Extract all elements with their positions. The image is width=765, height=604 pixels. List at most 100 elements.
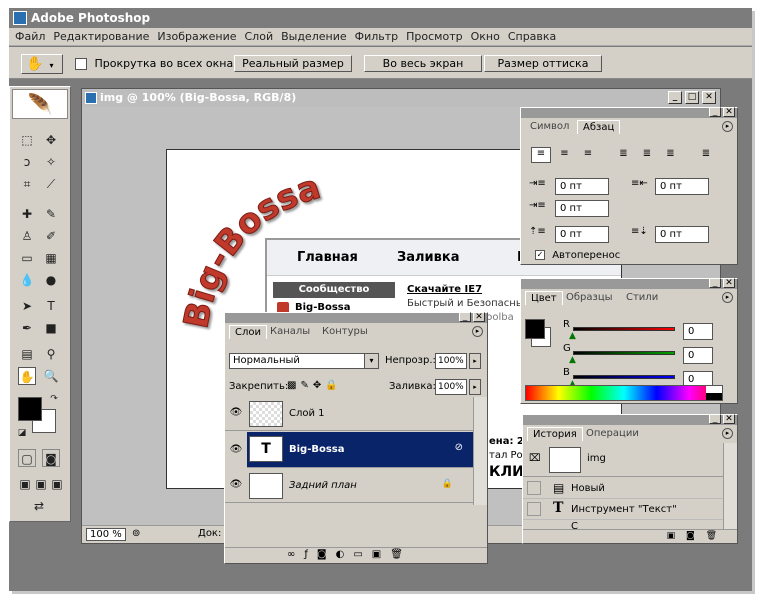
stamp-tool-icon[interactable]: ♙ bbox=[18, 227, 36, 245]
magic-wand-icon[interactable]: ✧ bbox=[42, 153, 60, 171]
tab-history[interactable]: История bbox=[527, 427, 583, 441]
blur-tool-icon[interactable]: 💧 bbox=[18, 271, 36, 289]
slice-tool-icon[interactable]: ⟋ bbox=[42, 175, 60, 193]
justify-all-icon[interactable]: ≣ bbox=[696, 148, 716, 159]
fill-slider-icon[interactable]: ▸ bbox=[469, 379, 481, 395]
eyedropper-icon[interactable]: ⚲ bbox=[42, 345, 60, 363]
hand-tool-icon[interactable]: ✋ bbox=[18, 367, 36, 385]
channel-slider[interactable] bbox=[573, 351, 675, 355]
menu-view[interactable]: Просмотр bbox=[402, 28, 466, 46]
crop-tool-icon[interactable]: ⌗ bbox=[18, 175, 36, 193]
history-trash-icon[interactable]: 🗑 bbox=[706, 531, 717, 541]
eye-icon[interactable]: 👁 bbox=[225, 432, 247, 468]
history-panel-bar[interactable]: _ ✕ bbox=[523, 414, 737, 425]
move-tool-icon[interactable]: ✥ bbox=[42, 131, 60, 149]
layer-row-background[interactable]: 👁 Задний план 🔒 bbox=[225, 469, 473, 503]
screen-mode-3-icon[interactable]: ▣ bbox=[48, 475, 66, 493]
menu-help[interactable]: Справка bbox=[504, 28, 560, 46]
channel-value[interactable]: 0 bbox=[683, 347, 713, 364]
tab-layers[interactable]: Слои bbox=[229, 325, 267, 339]
menu-image[interactable]: Изображение bbox=[153, 28, 240, 46]
menu-filter[interactable]: Фильтр bbox=[351, 28, 403, 46]
history-item-partial[interactable]: С bbox=[523, 521, 723, 529]
zoom-tool-icon[interactable]: 🔍 bbox=[42, 367, 60, 385]
new-group-icon[interactable]: ▭ bbox=[353, 549, 371, 560]
align-center-icon[interactable]: ≡ bbox=[555, 148, 575, 159]
color-minimize-icon[interactable]: _ bbox=[709, 278, 721, 288]
lock-icons[interactable]: ▩✎✥🔒 bbox=[287, 380, 342, 391]
hand-tool-preset[interactable]: ✋ ▾ bbox=[21, 54, 63, 74]
layers-minimize-icon[interactable]: _ bbox=[459, 312, 471, 322]
paragraph-minimize-icon[interactable]: _ bbox=[709, 107, 721, 117]
delete-layer-icon[interactable]: 🗑 bbox=[390, 549, 412, 560]
opacity-slider-icon[interactable]: ▸ bbox=[469, 353, 481, 369]
quick-mask-icon[interactable]: ◙ bbox=[42, 449, 60, 467]
path-select-icon[interactable]: ➤ bbox=[18, 297, 36, 315]
menu-file[interactable]: Файл bbox=[11, 28, 49, 46]
blend-mode-select[interactable]: Нормальный ▾ bbox=[229, 353, 379, 369]
paragraph-close-icon[interactable]: ✕ bbox=[723, 107, 735, 117]
slider-triangle-icon[interactable]: ▲ bbox=[569, 355, 576, 365]
menu-layer[interactable]: Слой bbox=[241, 28, 278, 46]
standard-mode-icon[interactable]: ▢ bbox=[18, 449, 36, 467]
layer-row-layer1[interactable]: 👁 Слой 1 bbox=[225, 397, 473, 431]
adjustment-layer-icon[interactable]: ◐ bbox=[336, 549, 354, 560]
doc-minimize-icon[interactable]: _ bbox=[668, 91, 682, 104]
eye-icon[interactable]: 👁 bbox=[228, 479, 244, 491]
channel-value[interactable]: 0 bbox=[683, 323, 713, 340]
tab-swatches[interactable]: Образцы bbox=[561, 291, 618, 305]
doc-maximize-icon[interactable]: □ bbox=[685, 91, 699, 104]
history-close-icon[interactable]: ✕ bbox=[723, 414, 735, 424]
indent-left-field[interactable]: 0 пт bbox=[555, 178, 609, 195]
history-minimize-icon[interactable]: _ bbox=[709, 414, 721, 424]
justify-center-icon[interactable]: ≣ bbox=[637, 148, 657, 159]
indent-first-field[interactable]: 0 пт bbox=[555, 200, 609, 217]
menu-edit[interactable]: Редактирование bbox=[49, 28, 153, 46]
gradient-tool-icon[interactable]: ▦ bbox=[42, 249, 60, 267]
shape-tool-icon[interactable]: ■ bbox=[42, 319, 60, 337]
zoom-field[interactable]: 100 % bbox=[86, 528, 126, 541]
eraser-tool-icon[interactable]: ▭ bbox=[18, 249, 36, 267]
tab-paragraph[interactable]: Абзац bbox=[577, 120, 621, 134]
hyphenate-checkbox[interactable]: ✓ bbox=[535, 250, 545, 260]
color-panel-bar[interactable]: _ ✕ bbox=[521, 278, 737, 289]
history-item[interactable]: ▤ Новый bbox=[523, 479, 723, 499]
align-right-icon[interactable]: ≡ bbox=[578, 148, 598, 159]
tab-paths[interactable]: Контуры bbox=[317, 325, 373, 339]
color-close-icon[interactable]: ✕ bbox=[723, 278, 735, 288]
notes-tool-icon[interactable]: ▤ bbox=[18, 345, 36, 363]
menu-select[interactable]: Выделение bbox=[277, 28, 351, 46]
layer-mask-icon[interactable]: ◙ bbox=[317, 549, 336, 560]
swap-colors-icon[interactable]: ↷ bbox=[48, 393, 60, 405]
tab-character[interactable]: Символ bbox=[525, 120, 574, 134]
channel-slider[interactable] bbox=[573, 327, 675, 331]
history-snapshot[interactable]: ⌧ img bbox=[523, 443, 723, 477]
history-scrollbar[interactable] bbox=[723, 443, 737, 529]
tab-styles[interactable]: Стили bbox=[621, 291, 663, 305]
layers-close-icon[interactable]: ✕ bbox=[473, 312, 485, 322]
link-layers-icon[interactable]: ∞ bbox=[287, 549, 304, 560]
align-left-icon[interactable]: ≡ bbox=[531, 147, 551, 163]
justify-left-icon[interactable]: ≣ bbox=[614, 148, 634, 159]
zoom-options-icon[interactable]: ⊚ bbox=[132, 528, 140, 539]
space-before-field[interactable]: 0 пт bbox=[555, 226, 609, 243]
black-white-ramp[interactable] bbox=[706, 386, 722, 400]
layer-effects-icon[interactable]: ⊘ bbox=[455, 442, 463, 453]
menu-window[interactable]: Окно bbox=[467, 28, 504, 46]
lasso-tool-icon[interactable]: ↄ bbox=[18, 153, 36, 171]
type-tool-icon[interactable]: T bbox=[42, 297, 60, 315]
opacity-field[interactable]: 100% bbox=[435, 353, 467, 369]
eye-icon[interactable]: 👁 bbox=[228, 407, 244, 419]
scroll-all-checkbox[interactable] bbox=[75, 58, 87, 70]
layer-row-big-bossa[interactable]: 👁 T Big-Bossa ⊘ bbox=[225, 432, 473, 468]
fill-field[interactable]: 100% bbox=[435, 379, 467, 395]
document-title-bar[interactable]: img @ 100% (Big-Bossa, RGB/8) _ □ ✕ bbox=[82, 89, 720, 107]
history-menu-icon[interactable]: ▸ bbox=[722, 428, 733, 439]
layers-scrollbar[interactable] bbox=[473, 397, 487, 505]
justify-right-icon[interactable]: ≣ bbox=[661, 148, 681, 159]
color-spectrum[interactable] bbox=[525, 385, 723, 401]
channel-slider[interactable] bbox=[573, 375, 675, 379]
marquee-tool-icon[interactable]: ⬚ bbox=[18, 131, 36, 149]
layer-style-icon[interactable]: ƒ bbox=[304, 549, 317, 560]
jump-to-imageready-icon[interactable]: ⇄ bbox=[24, 497, 54, 515]
